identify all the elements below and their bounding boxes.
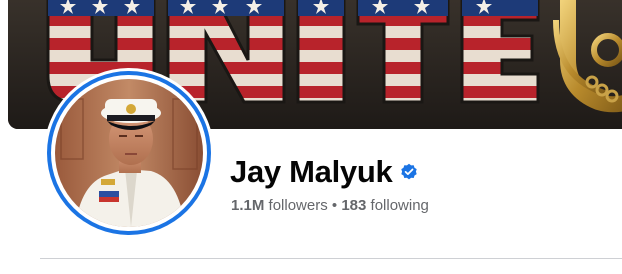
avatar[interactable] <box>55 79 203 227</box>
profile-stats: 1.1M followers • 183 following <box>231 196 429 216</box>
avatar-border <box>51 75 207 231</box>
following-label: following <box>370 197 429 214</box>
profile-name-row: Jay Malyuk <box>230 152 418 192</box>
verified-badge-icon[interactable] <box>400 163 418 181</box>
following-link[interactable]: 183 following <box>341 197 429 214</box>
followers-link[interactable]: 1.1M followers <box>231 197 328 214</box>
stats-separator: • <box>331 197 338 214</box>
profile-name: Jay Malyuk <box>230 154 393 189</box>
story-ring <box>47 71 211 235</box>
followers-count: 1.1M <box>231 197 265 214</box>
profile-header: Jay Malyuk 1.1M followers • 183 followin… <box>0 0 622 274</box>
following-count: 183 <box>341 197 367 214</box>
section-divider <box>40 258 622 259</box>
avatar-frame <box>44 68 214 238</box>
followers-label: followers <box>268 197 328 214</box>
